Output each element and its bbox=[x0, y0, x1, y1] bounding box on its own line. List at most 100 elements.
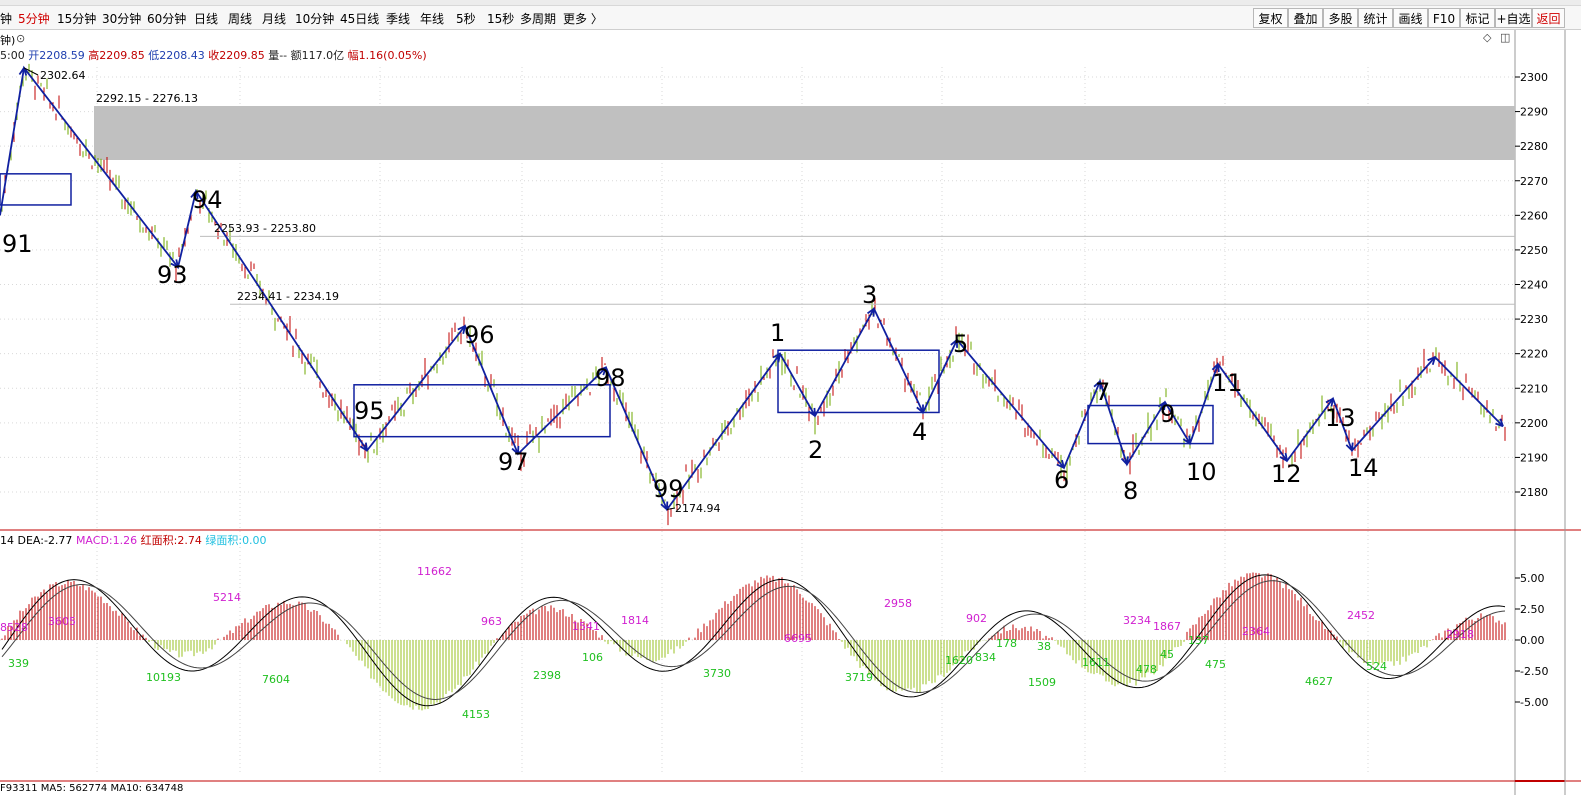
consolidation-boxes bbox=[0, 173, 1214, 445]
macd-red-area-label: 1541 bbox=[572, 620, 600, 633]
macd-green-area-label: 339 bbox=[8, 657, 29, 670]
wave-label-11: 11 bbox=[1212, 369, 1243, 397]
macd-green-area-label: 4627 bbox=[1305, 675, 1333, 688]
horizontal-lines bbox=[200, 235, 1515, 305]
wave-label-5: 5 bbox=[953, 330, 968, 358]
price-tick-label: 2200 bbox=[1520, 417, 1548, 430]
dea-label: DEA: bbox=[17, 534, 44, 547]
wave-label-4: 4 bbox=[912, 418, 927, 446]
macd-green-area-label: 475 bbox=[1205, 658, 1226, 671]
price-tick-label: 2250 bbox=[1520, 244, 1548, 257]
period-tab-year[interactable]: 年线 bbox=[420, 10, 444, 27]
macd-red-area-label: 2918 bbox=[1446, 628, 1474, 641]
price-tick-label: 2210 bbox=[1520, 382, 1548, 395]
price-tick-label: 2280 bbox=[1520, 140, 1548, 153]
draw-line-button[interactable]: 画线 bbox=[1393, 8, 1428, 28]
macd-small-label: 178 bbox=[996, 637, 1017, 650]
dif-short: 14 bbox=[0, 534, 14, 547]
wave-label-13: 13 bbox=[1325, 404, 1356, 432]
zone-range-label: 2292.15 - 2276.13 bbox=[96, 92, 198, 105]
wave-label-97: 97 bbox=[498, 448, 529, 476]
period-tab-30min[interactable]: 30分钟 bbox=[102, 10, 141, 27]
wave-label-98: 98 bbox=[595, 364, 626, 392]
period-tab-5sec[interactable]: 5秒 bbox=[456, 10, 476, 27]
period-tab-5min[interactable]: 5分钟 bbox=[18, 10, 50, 27]
macd-green-area-label: 2398 bbox=[533, 669, 561, 682]
macd-red-area-label: 2364 bbox=[1242, 625, 1270, 638]
macd-green-area-label: 1611 bbox=[1082, 656, 1110, 669]
wave-label-14: 14 bbox=[1348, 454, 1379, 482]
price-tick-label: 2260 bbox=[1520, 209, 1548, 222]
macd-tick-label: 0.00 bbox=[1520, 634, 1545, 647]
period-tab-minute[interactable]: 钟 bbox=[0, 10, 12, 27]
wave-label-10: 10 bbox=[1186, 458, 1217, 486]
macd-red-area-label: 11662 bbox=[417, 565, 452, 578]
f10-button[interactable]: F10 bbox=[1428, 8, 1460, 28]
period-toolbar: 钟 5分钟 15分钟 30分钟 60分钟 日线 周线 月线 10分钟 45日线 … bbox=[0, 0, 1581, 30]
wave-label-1: 1 bbox=[770, 319, 785, 347]
macd-edge-label: 8528 bbox=[0, 621, 28, 634]
macd-green-area-label: 478 bbox=[1136, 663, 1157, 676]
macd-green-area-label: 106 bbox=[582, 651, 603, 664]
price-tick-label: 2190 bbox=[1520, 451, 1548, 464]
price-axis: 2300 2290 2280 2270 2260 2250 2240 2230 2220 2210… bbox=[1515, 71, 1548, 499]
wave-label-91: 91 bbox=[2, 230, 33, 258]
macd-red-area-label: 1867 bbox=[1153, 620, 1181, 633]
add-watchlist-button[interactable]: +自选 bbox=[1495, 8, 1532, 28]
wave-label-94: 94 bbox=[192, 186, 223, 214]
period-tab-more[interactable]: 更多 〉 bbox=[563, 10, 603, 27]
macd-green-area-label: 10193 bbox=[146, 671, 181, 684]
multi-stock-button[interactable]: 多股 bbox=[1323, 8, 1358, 28]
period-tab-10min[interactable]: 10分钟 bbox=[295, 10, 334, 27]
green-area-value: 0.00 bbox=[242, 534, 267, 547]
period-tab-15min[interactable]: 15分钟 bbox=[57, 10, 96, 27]
level-label-2253: 2253.93 - 2253.80 bbox=[214, 222, 316, 235]
dea-value: -2.77 bbox=[43, 534, 73, 547]
period-tab-60min[interactable]: 60分钟 bbox=[147, 10, 186, 27]
macd-red-area-label: 1814 bbox=[621, 614, 649, 627]
green-area-label: 绿面积: bbox=[205, 534, 243, 547]
overlay-button[interactable]: 叠加 bbox=[1288, 8, 1323, 28]
period-tab-week[interactable]: 周线 bbox=[228, 10, 252, 27]
chart-area[interactable]: 91939495969798991234567891011121314 2302… bbox=[0, 30, 1581, 795]
red-area-label: 红面积: bbox=[140, 534, 178, 547]
wave-label-12: 12 bbox=[1271, 460, 1302, 488]
macd-red-area-label: 902 bbox=[966, 612, 987, 625]
macd-small-label: 834 bbox=[975, 651, 996, 664]
macd-red-area-label: 3605 bbox=[48, 615, 76, 628]
macd-tick-label: 5.00 bbox=[1520, 572, 1545, 585]
macd-green-area-label: 4153 bbox=[462, 708, 490, 721]
wave-label-95: 95 bbox=[354, 397, 385, 425]
macd-axis: 5.00 2.50 0.00 -2.50 -5.00 bbox=[1515, 572, 1548, 709]
period-tab-multi[interactable]: 多周期 bbox=[520, 10, 556, 27]
macd-green-area-label: 1509 bbox=[1028, 676, 1056, 689]
macd-tick-label: -5.00 bbox=[1520, 696, 1548, 709]
macd-green-area-label: 7604 bbox=[262, 673, 290, 686]
wave-label-2: 2 bbox=[808, 436, 823, 464]
restore-rights-button[interactable]: 复权 bbox=[1253, 8, 1288, 28]
macd-value: 1.26 bbox=[112, 534, 138, 547]
statistics-button[interactable]: 统计 bbox=[1358, 8, 1393, 28]
mark-button[interactable]: 标记 bbox=[1460, 8, 1495, 28]
period-tab-45day[interactable]: 45日线 bbox=[340, 10, 379, 27]
period-tab-month[interactable]: 月线 bbox=[262, 10, 286, 27]
macd-tick-label: -2.50 bbox=[1520, 665, 1548, 678]
macd-small-label: 38 bbox=[1037, 640, 1051, 653]
high-price-marker: 2302.64 bbox=[40, 69, 86, 82]
period-tab-15sec[interactable]: 15秒 bbox=[487, 10, 514, 27]
wave-label-9: 9 bbox=[1160, 400, 1175, 428]
wave-label-99: 99 bbox=[653, 475, 684, 503]
price-tick-label: 2300 bbox=[1520, 71, 1548, 84]
price-tick-label: 2270 bbox=[1520, 175, 1548, 188]
period-tab-season[interactable]: 季线 bbox=[386, 10, 410, 27]
price-tick-label: 2290 bbox=[1520, 106, 1548, 119]
back-button[interactable]: 返回 bbox=[1532, 8, 1565, 28]
macd-red-area-label: 2958 bbox=[884, 597, 912, 610]
price-tick-label: 2240 bbox=[1520, 279, 1548, 292]
period-tab-day[interactable]: 日线 bbox=[194, 10, 218, 27]
macd-red-area-label: 963 bbox=[481, 615, 502, 628]
wave-label-96: 96 bbox=[464, 321, 495, 349]
macd-small-label: 137 bbox=[1188, 634, 1209, 647]
level-label-2234: 2234.41 - 2234.19 bbox=[237, 290, 339, 303]
wave-label-3: 3 bbox=[862, 281, 877, 309]
